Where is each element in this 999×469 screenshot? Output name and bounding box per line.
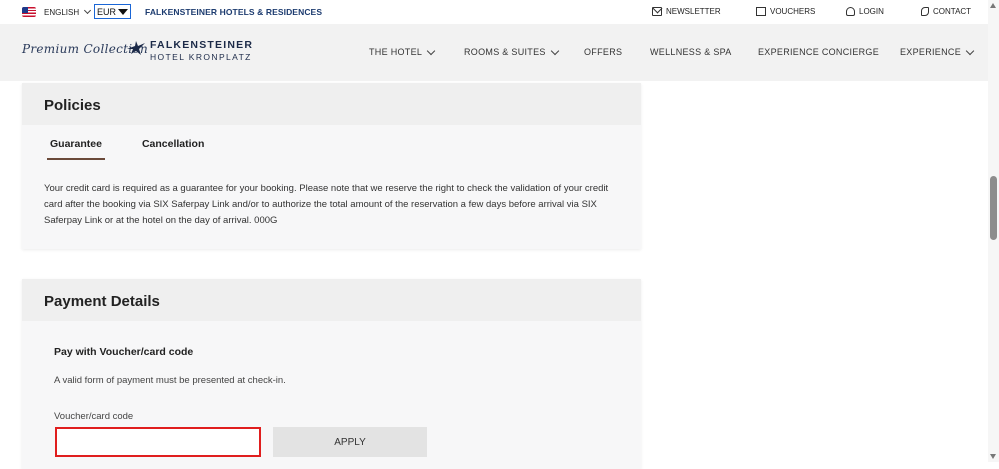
scrollbar-thumb[interactable] (990, 176, 997, 240)
brand-hotels-link[interactable]: FALKENSTEINER HOTELS & RESIDENCES (145, 7, 322, 17)
chevron-down-icon (965, 46, 975, 55)
nav-label: EXPERIENCE CONCIERGE (758, 47, 880, 57)
voucher-code-input[interactable] (55, 427, 261, 457)
nav-rooms-suites[interactable]: ROOMS & SUITES (464, 46, 559, 57)
tab-cancellation[interactable]: Cancellation (142, 138, 204, 160)
nav-experience[interactable]: EXPERIENCE (900, 46, 975, 57)
voucher-section-title: Pay with Voucher/card code (54, 346, 194, 358)
guarantee-policy-text: Your credit card is required as a guaran… (44, 183, 609, 226)
contact-label: CONTACT (933, 7, 972, 16)
policies-card: Policies Guarantee Cancellation Your cre… (22, 83, 641, 249)
nav-offers[interactable]: OFFERS (584, 47, 622, 57)
gift-icon (756, 7, 766, 16)
phone-icon (921, 7, 929, 16)
chevron-down-icon (84, 6, 92, 15)
falcon-logo-icon (127, 41, 145, 55)
payment-details-card: Payment Details Pay with Voucher/card co… (22, 279, 641, 469)
policies-title: Policies (22, 83, 641, 125)
logo-name: FALKENSTEINER (150, 39, 254, 51)
main-navbar: Premium Collection FALKENSTEINER HOTEL K… (0, 24, 988, 81)
contact-link[interactable]: CONTACT (921, 7, 971, 16)
user-icon (846, 7, 855, 16)
login-label: LOGIN (859, 7, 884, 16)
nav-label: ROOMS & SUITES (464, 47, 546, 57)
payment-note: A valid form of payment must be presente… (54, 375, 286, 386)
nav-label: THE HOTEL (369, 47, 423, 57)
logo-subtitle: HOTEL KRONPLATZ (150, 52, 252, 62)
caret-down-icon (118, 8, 129, 15)
payment-details-title: Payment Details (22, 279, 641, 321)
currency-label: EUR (97, 6, 117, 17)
newsletter-link[interactable]: NEWSLETTER (652, 7, 721, 16)
vouchers-label: VOUCHERS (770, 7, 816, 16)
chevron-down-icon (426, 46, 436, 55)
nav-wellness-spa[interactable]: WELLNESS & SPA (650, 47, 732, 57)
policies-tabs: Guarantee Cancellation (47, 138, 204, 160)
vouchers-link[interactable]: VOUCHERS (756, 7, 815, 16)
nav-experience-concierge[interactable]: EXPERIENCE CONCIERGE (758, 47, 879, 57)
chevron-down-icon (550, 46, 559, 55)
nav-the-hotel[interactable]: THE HOTEL (369, 46, 436, 57)
language-label: ENGLISH (44, 7, 80, 17)
tab-guarantee[interactable]: Guarantee (47, 138, 105, 160)
us-flag-icon (22, 7, 36, 17)
scroll-down-arrow-icon[interactable] (990, 454, 996, 459)
apply-voucher-button[interactable]: APPLY (273, 427, 427, 457)
nav-label: WELLNESS & SPA (650, 47, 732, 57)
login-link[interactable]: LOGIN (846, 7, 884, 16)
envelope-icon (652, 7, 662, 16)
top-utility-bar: ENGLISH EUR FALKENSTEINER HOTELS & RESID… (0, 0, 988, 24)
page-scrollbar[interactable] (988, 0, 999, 462)
nav-label: OFFERS (584, 47, 623, 57)
scroll-up-arrow-icon[interactable] (990, 3, 996, 8)
currency-selector[interactable]: EUR (94, 4, 132, 19)
language-selector[interactable]: ENGLISH (22, 6, 92, 17)
nav-label: EXPERIENCE (900, 47, 962, 57)
voucher-code-label: Voucher/card code (54, 411, 134, 422)
newsletter-label: NEWSLETTER (666, 7, 721, 16)
